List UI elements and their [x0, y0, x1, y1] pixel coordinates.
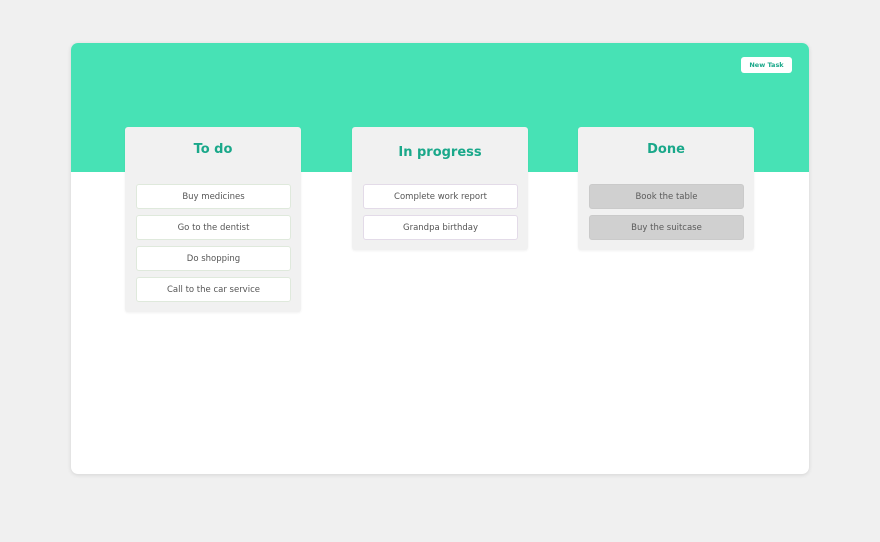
task-card[interactable]: Grandpa birthday — [363, 215, 518, 240]
column-in-progress: In progress Complete work report Grandpa… — [352, 127, 528, 250]
column-title: Done — [647, 142, 685, 157]
task-card-done[interactable]: Buy the suitcase — [589, 215, 744, 240]
task-card[interactable]: Go to the dentist — [136, 215, 291, 240]
task-card[interactable]: Buy medicines — [136, 184, 291, 209]
column-todo: To do Buy medicines Go to the dentist Do… — [125, 127, 301, 312]
task-card[interactable]: Do shopping — [136, 246, 291, 271]
task-card[interactable]: Call to the car service — [136, 277, 291, 302]
column-title: To do — [193, 142, 233, 157]
column-done: Done Book the table Buy the suitcase — [578, 127, 754, 250]
kanban-board: New Task To do Buy medicines Go to the d… — [71, 43, 809, 474]
task-card[interactable]: Complete work report — [363, 184, 518, 209]
task-card-done[interactable]: Book the table — [589, 184, 744, 209]
column-title: In progress — [398, 145, 482, 160]
new-task-button[interactable]: New Task — [741, 57, 792, 73]
